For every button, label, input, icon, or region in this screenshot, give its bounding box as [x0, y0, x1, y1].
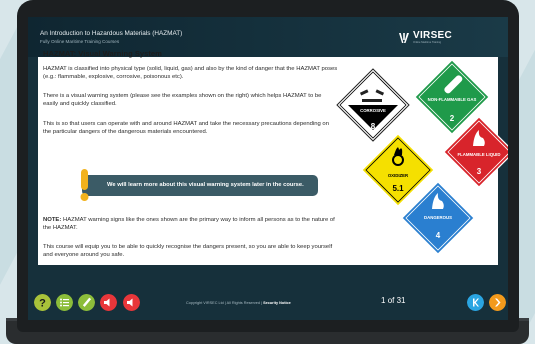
- next-button[interactable]: [489, 294, 506, 311]
- placard-dangerous-when-wet: DANGEROUS 4: [401, 181, 475, 255]
- help-button[interactable]: ?: [34, 294, 51, 311]
- paragraph-classification: HAZMAT is classified into physical type …: [43, 66, 338, 81]
- hazmat-placards: CORROSIVE 8 NON-FLAMMABLE GAS 2 OXIDIZER…: [328, 57, 508, 265]
- placard-dangerous-label: DANGEROUS: [424, 215, 452, 220]
- placard-gas-label: NON-FLAMMABLE GAS: [428, 97, 477, 102]
- course-subtitle: Fully Online Maritime Training Courses: [40, 39, 120, 44]
- paragraph-note: NOTE: HAZMAT warning signs like the ones…: [43, 216, 338, 233]
- audio-transcript-button[interactable]: [123, 294, 140, 311]
- placard-corrosive-number: 8: [371, 122, 376, 131]
- security-notice-link[interactable]: Security Notice: [263, 301, 291, 305]
- note-text: HAZMAT warning signs like the ones shown…: [43, 217, 335, 232]
- callout-text: We will learn more about this visual war…: [107, 182, 304, 188]
- page-total: 31: [396, 296, 406, 305]
- copyright-label: Copyright VIRSEC Ltd | All Rights Reserv…: [186, 301, 263, 305]
- logo-tagline: Online Maritime Training: [413, 41, 442, 44]
- placard-flammable-number: 3: [477, 167, 482, 176]
- course-title: An Introduction to Hazardous Materials (…: [40, 30, 183, 37]
- placard-flammable-label: FLAMMABLE LIQUID: [458, 152, 501, 157]
- course-screen: An Introduction to Hazardous Materials (…: [28, 17, 508, 320]
- exclamation-icon: [80, 169, 89, 201]
- page-separator: of: [387, 296, 395, 305]
- info-callout: We will learn more about this visual war…: [82, 175, 318, 196]
- menu-list-icon: [60, 298, 69, 307]
- help-icon: ?: [39, 298, 46, 310]
- page-indicator: 1 of 31: [381, 296, 406, 305]
- placard-corrosive-label: CORROSIVE: [360, 108, 386, 113]
- course-footer: [28, 265, 508, 320]
- placard-dangerous-number: 4: [436, 231, 441, 240]
- virsec-logo-icon: [399, 33, 409, 43]
- notes-button[interactable]: [78, 294, 95, 311]
- virsec-logo: VIRSEC Online Maritime Training: [398, 30, 452, 46]
- placard-corrosive: CORROSIVE 8: [336, 68, 410, 142]
- paragraph-precautions: This is so that users can operate with a…: [43, 121, 329, 136]
- placard-oxidizer-label: OXIDIZER: [388, 173, 409, 178]
- note-label: NOTE:: [43, 217, 62, 223]
- placard-flammable-liquid: FLAMMABLE LIQUID 3: [443, 116, 508, 188]
- paragraph-warning-system: There is a visual warning system (please…: [43, 93, 322, 108]
- copyright-text: Copyright VIRSEC Ltd | All Rights Reserv…: [186, 301, 291, 305]
- logo-name: VIRSEC: [413, 30, 453, 41]
- audio-button[interactable]: [100, 294, 117, 311]
- paragraph-closing: This course will equip you to be able to…: [43, 244, 333, 259]
- page-current: 1: [381, 296, 386, 305]
- slide-heading: HAZMAT: Visual Warning System: [43, 49, 162, 58]
- previous-button[interactable]: [467, 294, 484, 311]
- menu-button[interactable]: [56, 294, 73, 311]
